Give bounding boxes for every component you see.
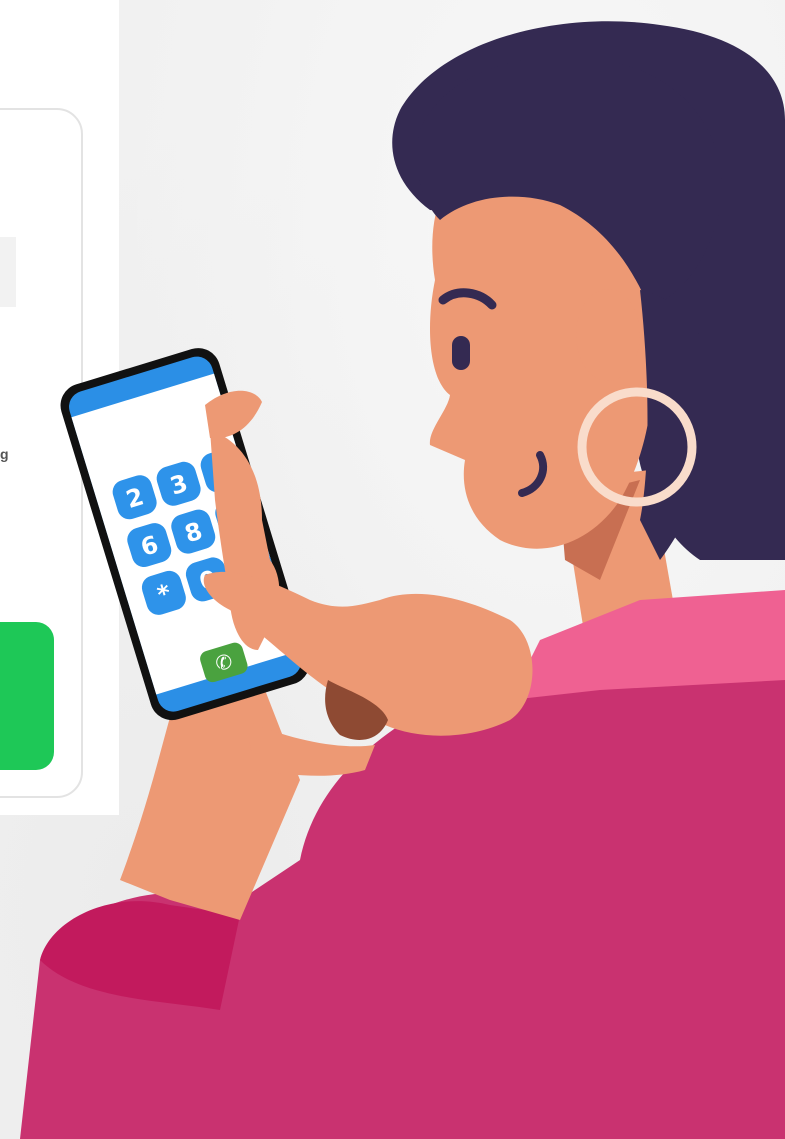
smartphone: 235689*0# ✆ — [60, 348, 310, 721]
ear — [576, 289, 640, 381]
illustration: g 235689*0# — [0, 0, 785, 1139]
woman-illustration: 235689*0# ✆ — [20, 21, 785, 1139]
eye — [452, 336, 470, 370]
